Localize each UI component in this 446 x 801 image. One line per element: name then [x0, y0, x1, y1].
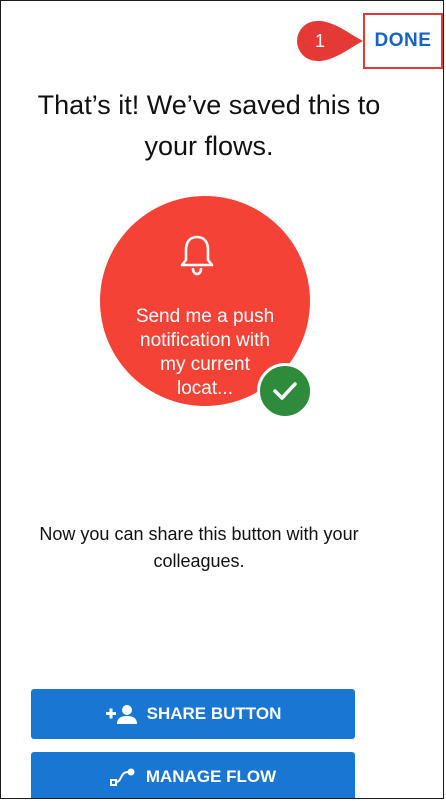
checkmark-icon	[257, 363, 313, 419]
share-button-label: SHARE BUTTON	[146, 704, 282, 723]
step-callout-number: 1	[315, 31, 326, 51]
add-person-icon	[105, 704, 137, 724]
bell-icon	[180, 235, 214, 276]
manage-flow-button[interactable]: MANAGE FLOW	[31, 752, 355, 798]
manage-flow-button-label: MANAGE FLOW	[145, 767, 277, 786]
page-title: That’s it! We’ve saved this to your flow…	[37, 90, 381, 161]
done-button[interactable]: DONE	[375, 30, 432, 52]
flow-icon	[109, 767, 136, 787]
share-info-text: Now you can share this button with your …	[39, 524, 359, 571]
done-highlight: DONE	[363, 13, 443, 69]
step-callout: 1	[297, 21, 365, 61]
phone-screen: 1 DONE That’s it! We’ve saved this to yo…	[0, 0, 444, 799]
share-button[interactable]: SHARE BUTTON	[31, 689, 355, 739]
